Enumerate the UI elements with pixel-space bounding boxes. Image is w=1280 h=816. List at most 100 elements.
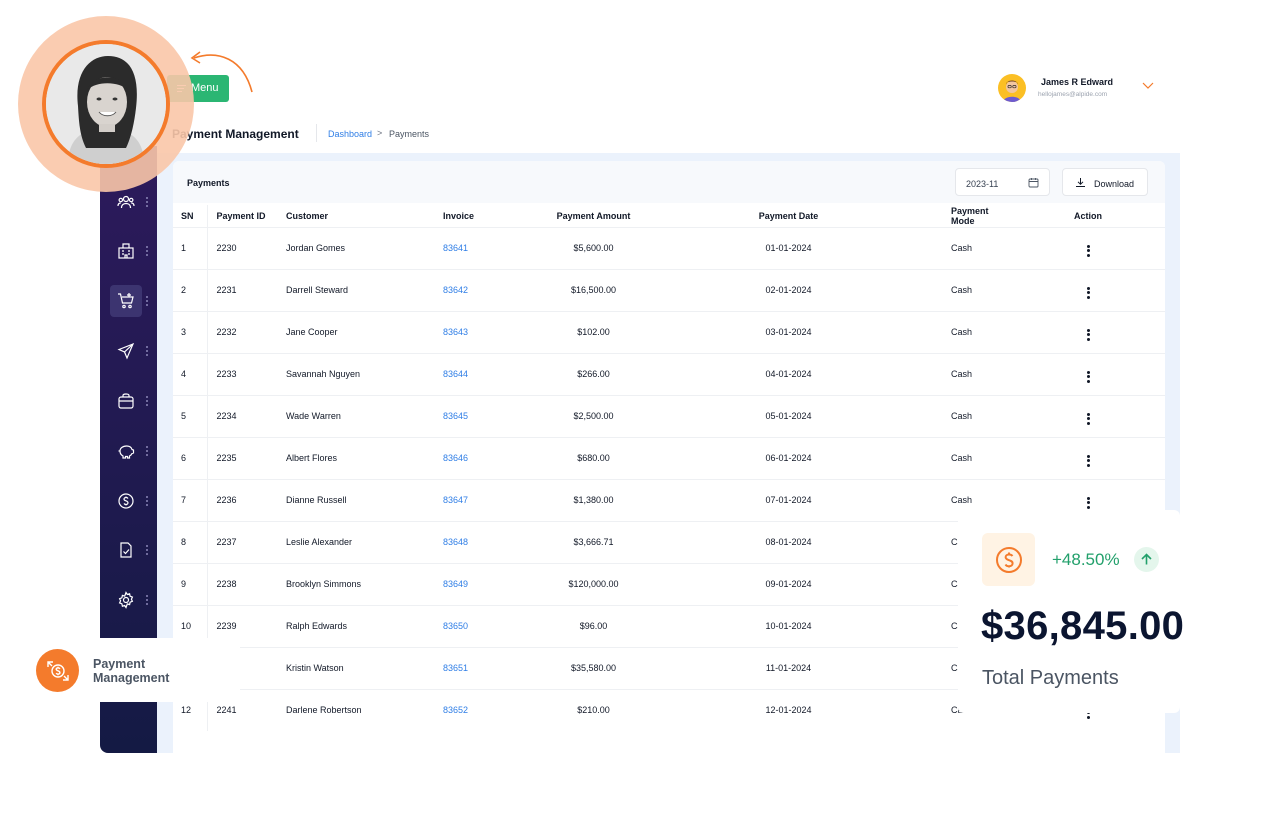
row-invoice-link[interactable]: 83649 bbox=[443, 562, 521, 605]
col-payment-amount[interactable]: Payment Amount bbox=[521, 205, 666, 227]
calendar-icon bbox=[1028, 178, 1039, 188]
row-payment-id: 2232 bbox=[207, 310, 286, 353]
row-date: 03-01-2024 bbox=[666, 310, 911, 353]
row-date: 07-01-2024 bbox=[666, 478, 911, 521]
settings-icon bbox=[110, 584, 142, 616]
col-payment-id[interactable]: Payment ID bbox=[207, 205, 286, 227]
col-invoice[interactable]: Invoice bbox=[443, 205, 521, 227]
row-amount: $102.00 bbox=[521, 310, 666, 353]
row-invoice-link[interactable]: 83641 bbox=[443, 226, 521, 269]
badge-line1: Payment bbox=[93, 657, 146, 671]
breadcrumb-payments: Payments bbox=[389, 129, 430, 139]
row-amount: $210.00 bbox=[521, 688, 666, 731]
row-sn: 1 bbox=[173, 226, 208, 269]
col-payment-mode[interactable]: Payment Mode bbox=[911, 205, 1011, 227]
row-customer: Dianne Russell bbox=[286, 478, 443, 521]
row-invoice-link[interactable]: 83645 bbox=[443, 394, 521, 437]
month-picker[interactable]: 2023-11 bbox=[955, 168, 1050, 196]
table-row: 4 2233 Savannah Nguyen 83644 $266.00 04-01-20… bbox=[173, 352, 1165, 395]
stat-value: $36,845.00 bbox=[981, 604, 1185, 648]
stat-change: +48.50% bbox=[1052, 550, 1120, 569]
more-vertical-icon[interactable] bbox=[1086, 286, 1090, 299]
row-payment-id: 2230 bbox=[207, 226, 286, 269]
row-sn: 7 bbox=[173, 478, 208, 521]
row-invoice-link[interactable]: 83646 bbox=[443, 436, 521, 479]
col-payment-date[interactable]: Payment Date bbox=[666, 205, 911, 227]
col-customer[interactable]: Customer bbox=[286, 205, 443, 227]
row-sn: 9 bbox=[173, 562, 208, 605]
table-row: 3 2232 Jane Cooper 83643 $102.00 03-01-2024 Ca… bbox=[173, 310, 1165, 353]
bag-icon bbox=[110, 385, 142, 417]
row-invoice-link[interactable]: 83647 bbox=[443, 478, 521, 521]
row-customer: Ralph Edwards bbox=[286, 604, 443, 647]
sidebar-item-send[interactable] bbox=[110, 335, 152, 367]
more-vertical-icon[interactable] bbox=[1086, 412, 1090, 425]
sidebar-item-finance[interactable] bbox=[110, 485, 152, 517]
row-payment-id: 2237 bbox=[207, 520, 286, 563]
row-amount: $96.00 bbox=[521, 604, 666, 647]
sidebar-item-settings[interactable] bbox=[110, 584, 152, 616]
row-date: 11-01-2024 bbox=[666, 646, 911, 689]
row-date: 05-01-2024 bbox=[666, 394, 911, 437]
row-payment-id: 2236 bbox=[207, 478, 286, 521]
breadcrumb-dashboard[interactable]: Dashboard bbox=[328, 129, 372, 139]
row-customer: Albert Flores bbox=[286, 436, 443, 479]
row-action bbox=[1011, 352, 1165, 395]
chevron-down-icon[interactable] bbox=[1142, 82, 1154, 90]
breadcrumb-separator: > bbox=[377, 128, 383, 138]
row-mode: Cash bbox=[911, 310, 1011, 353]
download-button[interactable]: Download bbox=[1062, 168, 1148, 196]
document-check-icon bbox=[110, 534, 142, 566]
sidebar-item-sales[interactable] bbox=[110, 285, 152, 317]
card-title: Payments bbox=[187, 178, 230, 188]
row-customer: Kristin Watson bbox=[286, 646, 443, 689]
sidebar-item-savings[interactable] bbox=[110, 435, 152, 467]
more-vertical-icon[interactable] bbox=[1086, 454, 1090, 467]
download-icon bbox=[1076, 178, 1085, 187]
sidebar-item-reports[interactable] bbox=[110, 534, 152, 566]
payment-exchange-icon bbox=[36, 649, 79, 692]
building-icon bbox=[110, 235, 142, 267]
row-amount: $120,000.00 bbox=[521, 562, 666, 605]
row-payment-id: 2235 bbox=[207, 436, 286, 479]
stat-icon-box bbox=[982, 533, 1035, 586]
divider bbox=[316, 124, 317, 142]
row-amount: $1,380.00 bbox=[521, 478, 666, 521]
row-invoice-link[interactable]: 83644 bbox=[443, 352, 521, 395]
table-row: 6 2235 Albert Flores 83646 $680.00 06-01-2024… bbox=[173, 436, 1165, 479]
row-payment-id: 2231 bbox=[207, 268, 286, 311]
row-sn: 5 bbox=[173, 394, 208, 437]
row-date: 12-01-2024 bbox=[666, 688, 911, 731]
row-mode: Cash bbox=[911, 352, 1011, 395]
dollar-circle-icon bbox=[995, 546, 1022, 573]
row-payment-id: 2234 bbox=[207, 394, 286, 437]
sidebar-item-company[interactable] bbox=[110, 235, 152, 267]
row-amount: $16,500.00 bbox=[521, 268, 666, 311]
row-invoice-link[interactable]: 83643 bbox=[443, 310, 521, 353]
table-row: 5 2234 Wade Warren 83645 $2,500.00 05-01-2024… bbox=[173, 394, 1165, 437]
more-vertical-icon[interactable] bbox=[1086, 244, 1090, 257]
user-email: hellojames@alpide.com bbox=[1038, 91, 1108, 98]
row-invoice-link[interactable]: 83648 bbox=[443, 520, 521, 563]
row-customer: Darlene Robertson bbox=[286, 688, 443, 731]
sidebar-item-purchase[interactable] bbox=[110, 385, 152, 417]
more-vertical-icon[interactable] bbox=[1086, 328, 1090, 341]
more-vertical-icon[interactable] bbox=[1086, 496, 1090, 509]
row-invoice-link[interactable]: 83650 bbox=[443, 604, 521, 647]
row-invoice-link[interactable]: 83651 bbox=[443, 646, 521, 689]
row-mode: Cash bbox=[911, 268, 1011, 311]
row-amount: $3,666.71 bbox=[521, 520, 666, 563]
badge-line2: Management bbox=[93, 671, 170, 685]
user-avatar[interactable] bbox=[998, 74, 1026, 102]
row-date: 04-01-2024 bbox=[666, 352, 911, 395]
row-invoice-link[interactable]: 83642 bbox=[443, 268, 521, 311]
row-invoice-link[interactable]: 83652 bbox=[443, 688, 521, 731]
more-vertical-icon[interactable] bbox=[1086, 370, 1090, 383]
row-date: 10-01-2024 bbox=[666, 604, 911, 647]
curved-arrow-decoration bbox=[190, 51, 253, 93]
row-action bbox=[1011, 268, 1165, 311]
col-sn[interactable]: SN bbox=[173, 205, 208, 227]
row-date: 09-01-2024 bbox=[666, 562, 911, 605]
row-date: 08-01-2024 bbox=[666, 520, 911, 563]
row-action bbox=[1011, 226, 1165, 269]
